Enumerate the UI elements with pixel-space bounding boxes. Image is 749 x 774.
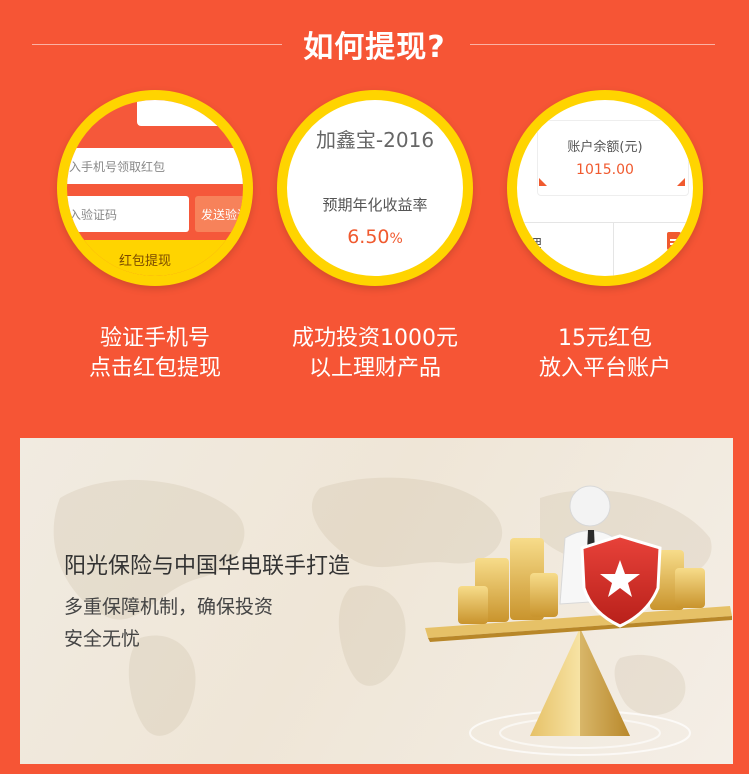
- step-1-caption: 验证手机号 点击红包提现: [50, 324, 260, 384]
- step-1-screenshot: 入手机号领取红包 入验证码 发送验证 红包提现: [67, 100, 243, 276]
- step-3-circle: 账户余额(元) 1015.00 理: [507, 90, 703, 286]
- mock-withdraw-button: 红包提现: [67, 240, 243, 276]
- mock-divider: [517, 222, 693, 223]
- banner-subtitle-line2: 安全无忧: [64, 628, 141, 650]
- document-icon: [667, 232, 681, 250]
- step-2: 加鑫宝-2016 预期年化收益率 6.50% 成功投资1000元 以上理财产品: [270, 90, 480, 384]
- mock-balance-value: 1015.00: [576, 162, 634, 178]
- mock-rate-unit: %: [389, 231, 403, 247]
- step-2-caption-line2: 以上理财产品: [308, 356, 441, 381]
- mock-send-code-button: 发送验证: [195, 196, 243, 232]
- mock-product-name: 加鑫宝-2016: [315, 128, 435, 152]
- step-1: 入手机号领取红包 入验证码 发送验证 红包提现 验证手机号 点击红包提现: [50, 90, 260, 384]
- mock-phone-placeholder: 入手机号领取红包: [69, 160, 166, 174]
- insurance-banner: 阳光保险与中国华电联手打造 多重保障机制，确保投资 安全无忧: [20, 438, 733, 764]
- mock-code-placeholder: 入验证码: [69, 208, 118, 222]
- step-3-caption-line1: 15元红包: [558, 326, 652, 351]
- step-1-caption-line2: 点击红包提现: [88, 356, 221, 381]
- mock-phone-input: 入手机号领取红包: [67, 148, 243, 184]
- step-1-caption-line1: 验证手机号: [99, 326, 210, 351]
- corner-triangle-icon: [677, 178, 685, 186]
- step-2-screenshot: 加鑫宝-2016 预期年化收益率 6.50%: [287, 100, 463, 276]
- mock-balance-box: [537, 120, 689, 196]
- coin-stack-icon: [458, 538, 558, 624]
- mock-rate-label: 预期年化收益率: [322, 196, 428, 214]
- balance-illustration: [425, 485, 732, 756]
- mock-top-card: [137, 100, 243, 126]
- step-2-caption: 成功投资1000元 以上理财产品: [270, 324, 480, 384]
- step-2-circle: 加鑫宝-2016 预期年化收益率 6.50%: [277, 90, 473, 286]
- mock-rate-value: 6.50: [347, 226, 390, 248]
- step-1-circle: 入手机号领取红包 入验证码 发送验证 红包提现: [57, 90, 253, 286]
- mock-send-code-label: 发送验证: [201, 208, 243, 222]
- step-3-caption-line2: 放入平台账户: [538, 356, 671, 381]
- step-3-caption: 15元红包 放入平台账户: [500, 324, 710, 384]
- mock-list-text: 理: [527, 236, 543, 254]
- mock-divider-vertical: [613, 222, 614, 276]
- title-divider-right: [470, 44, 715, 45]
- mock-withdraw-label: 红包提现: [118, 254, 171, 269]
- step-3: 账户余额(元) 1015.00 理 15元红包 放入平台账户: [500, 90, 710, 384]
- section-header: 如何提现?: [0, 0, 749, 80]
- corner-triangle-icon: [539, 178, 547, 186]
- mock-code-input: 入验证码: [67, 196, 189, 232]
- step-2-caption-line1: 成功投资1000元: [292, 326, 458, 351]
- step-3-screenshot: 账户余额(元) 1015.00 理: [517, 100, 693, 276]
- mock-rate: 6.50%: [287, 226, 463, 248]
- mock-balance-label: 账户余额(元): [567, 140, 643, 155]
- banner-subtitle-line1: 多重保障机制，确保投资: [64, 596, 274, 618]
- banner-title: 阳光保险与中国华电联手打造: [64, 554, 351, 579]
